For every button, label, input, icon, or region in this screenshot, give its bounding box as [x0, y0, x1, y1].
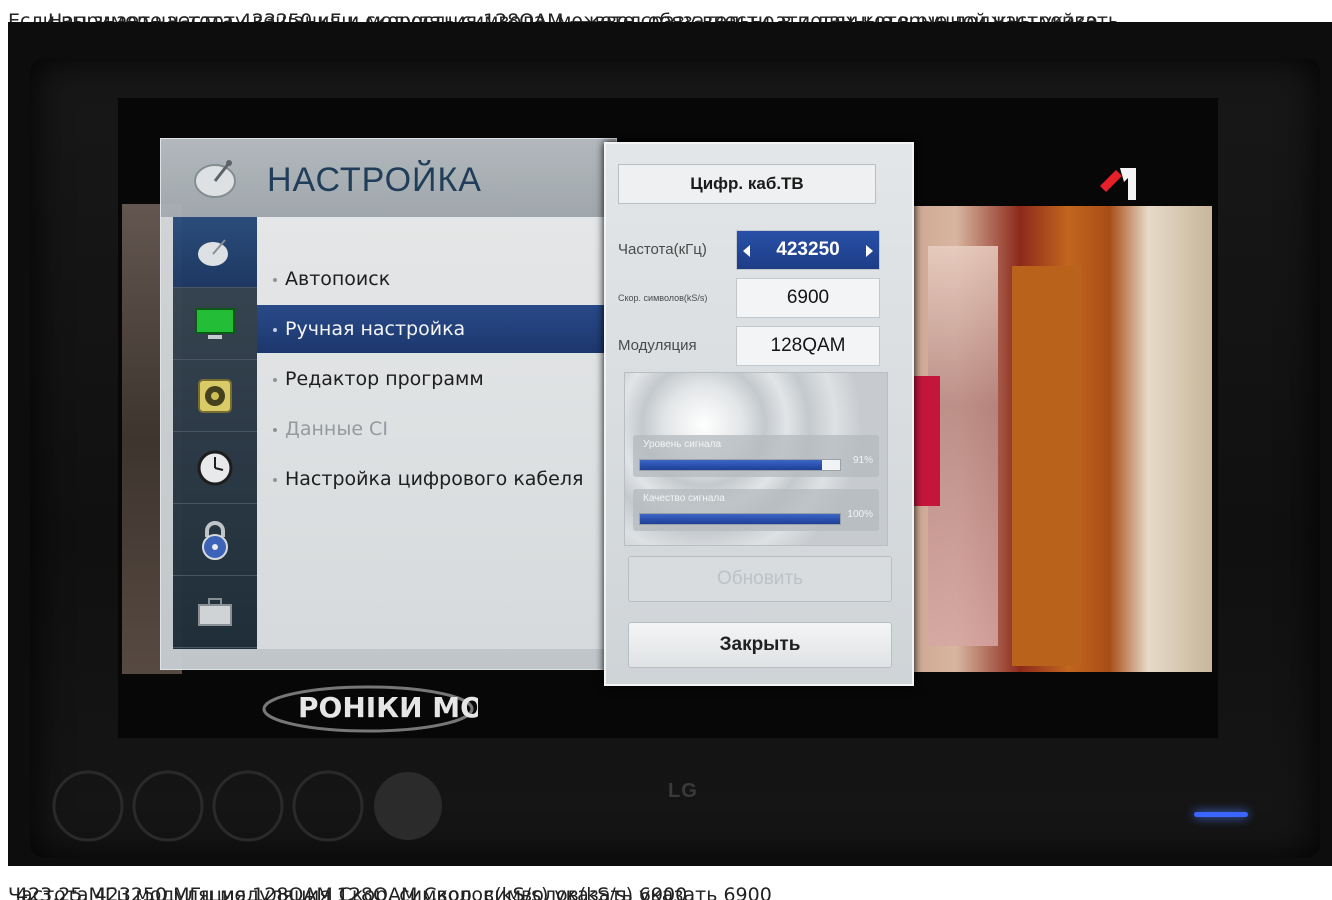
menu-item-ci-data: Данные CI	[257, 405, 607, 453]
bottom-caption: Частота 423250 МГц модуляция 128QAM Скор…	[8, 866, 1332, 900]
signal-quality-label: Качество сигнала	[643, 493, 725, 504]
bullet-icon	[273, 277, 277, 282]
bullet-icon	[273, 377, 277, 382]
menu-item-label: Ручная настройка	[285, 318, 466, 340]
menu-item-manual-tuning[interactable]: Ручная настройка	[257, 305, 607, 353]
signal-quality-fill	[640, 514, 840, 524]
settings-title: НАСТРОЙКА	[267, 161, 482, 199]
symbol-rate-row: Скор. символов(kS/s) 6900	[618, 278, 880, 318]
menu-item-digital-cable-setup[interactable]: Настройка цифрового кабеля	[257, 455, 607, 503]
scene-coat	[1012, 266, 1082, 666]
bullet-icon	[273, 427, 277, 432]
channel-logo-icon	[1100, 168, 1136, 200]
bullet-icon	[273, 477, 277, 482]
symbol-rate-label: Скор. символов(kS/s)	[618, 293, 708, 303]
speaker-icon	[198, 379, 232, 413]
sidebar-item-lock[interactable]	[173, 505, 257, 576]
lg-logo: LG	[668, 780, 698, 802]
sidebar-item-channels[interactable]	[173, 217, 257, 288]
signal-level-fill	[640, 460, 822, 470]
menu-item-label: Редактор программ	[285, 368, 484, 390]
signal-level-label: Уровень сигнала	[643, 439, 722, 450]
menu-item-label: Данные CI	[285, 418, 388, 440]
satellite-dish-icon	[198, 239, 228, 266]
menu-item-label: Автопоиск	[285, 268, 391, 290]
update-button: Обновить	[628, 556, 892, 602]
menu-item-auto-search[interactable]: Автопоиск	[257, 255, 607, 303]
sidebar-item-options[interactable]	[173, 577, 257, 648]
signal-level-meter: Уровень сигнала 91%	[633, 435, 879, 477]
sidebar-item-time[interactable]	[173, 433, 257, 504]
symbol-rate-field[interactable]: 6900	[736, 278, 880, 318]
menu-item-label: Настройка цифрового кабеля	[285, 468, 584, 490]
frequency-value: 423250	[776, 239, 840, 260]
arrow-left-icon[interactable]	[743, 245, 750, 257]
bullet-icon	[273, 327, 277, 332]
signal-level-track	[639, 459, 841, 471]
show-logo-text: РОНІКИ МОДИ	[298, 691, 478, 724]
frequency-label: Частота(кГц)	[618, 241, 707, 258]
frequency-field[interactable]: 423250	[736, 230, 880, 270]
background-scene-right	[892, 206, 1212, 672]
menu-item-program-editor[interactable]: Редактор программ	[257, 355, 607, 403]
frequency-row: Частота(кГц) 423250	[618, 230, 880, 270]
signal-quality-percent: 100%	[847, 509, 873, 520]
toolbox-icon	[198, 598, 232, 626]
modulation-field[interactable]: 128QAM	[736, 326, 880, 366]
modulation-row: Модуляция 128QAM	[618, 326, 880, 366]
arrow-right-icon[interactable]	[866, 245, 873, 257]
watermark-circles	[52, 770, 442, 842]
show-logo: РОНІКИ МОДИ	[262, 685, 478, 733]
bottom-caption-line-2: 423,25 МГц модуляция 128QAM Скор. символ…	[16, 884, 688, 900]
modulation-label: Модуляция	[618, 337, 697, 354]
lock-icon	[202, 521, 228, 560]
signal-panel: Уровень сигнала 91% Качество сигнала 100…	[624, 372, 888, 546]
settings-window: НАСТРОЙКА Автопоиск Ручная настройка Ред…	[160, 138, 617, 670]
settings-sidebar	[173, 217, 257, 649]
signal-level-percent: 91%	[852, 455, 873, 466]
settings-header: НАСТРОЙКА	[161, 139, 616, 217]
close-button[interactable]: Закрыть	[628, 622, 892, 668]
sidebar-item-sound[interactable]	[173, 361, 257, 432]
monitor-icon	[195, 308, 235, 339]
settings-menu: Автопоиск Ручная настройка Редактор прог…	[257, 217, 607, 649]
clock-icon	[197, 450, 233, 486]
signal-quality-meter: Качество сигнала 100%	[633, 489, 879, 531]
satellite-dish-icon	[194, 160, 236, 198]
dialog-title: Цифр. каб.ТВ	[618, 164, 876, 204]
signal-quality-track	[639, 513, 841, 525]
sidebar-item-picture[interactable]	[173, 289, 257, 360]
power-led	[1194, 812, 1248, 817]
manual-tuning-dialog: Цифр. каб.ТВ Частота(кГц) 423250 Скор. с…	[604, 142, 914, 686]
